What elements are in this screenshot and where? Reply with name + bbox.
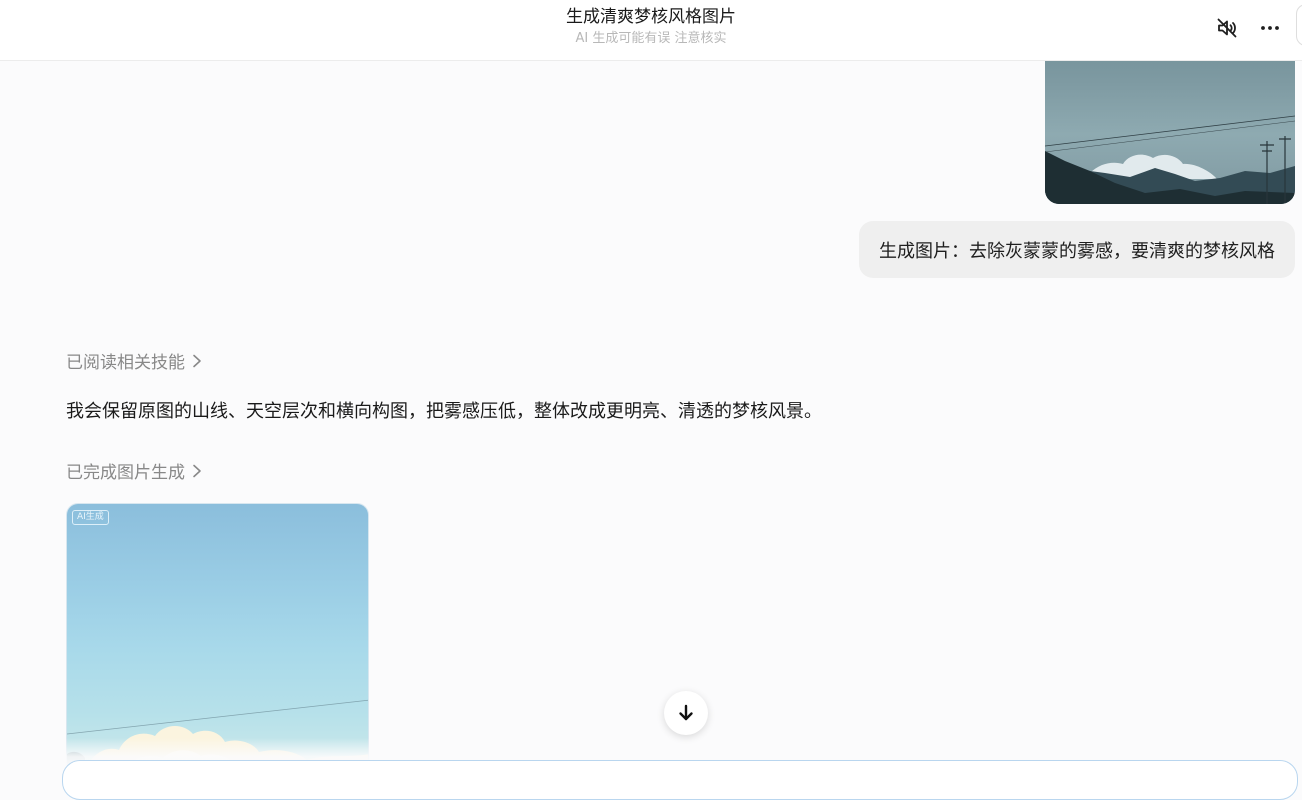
skill-read-toggle[interactable]: 已阅读相关技能 [66, 348, 203, 373]
generated-image[interactable]: AI生成 [66, 503, 369, 769]
more-button[interactable] [1256, 14, 1284, 42]
message-input-box[interactable] [62, 760, 1298, 800]
chevron-right-icon [193, 464, 201, 477]
chat-scroll-area[interactable]: 生成图片：去除灰蒙蒙的雾感，要清爽的梦核风格 已阅读相关技能 我会保留原图的山线… [0, 61, 1302, 769]
mute-button[interactable] [1213, 14, 1241, 42]
header-bar: 生成清爽梦核风格图片 AI 生成可能有误 注意核实 [0, 0, 1302, 61]
user-message-bubble: 生成图片：去除灰蒙蒙的雾感，要清爽的梦核风格 [859, 221, 1295, 278]
skill-read-label: 已阅读相关技能 [66, 353, 185, 373]
scroll-to-bottom-button[interactable] [664, 691, 708, 735]
user-uploaded-image[interactable] [1045, 61, 1295, 204]
speaker-muted-icon [1217, 18, 1237, 38]
chevron-right-icon [193, 354, 201, 367]
ai-generated-badge: AI生成 [72, 510, 109, 525]
assistant-reply-text: 我会保留原图的山线、天空层次和横向构图，把雾感压低，整体改成更明亮、清透的梦核风… [66, 401, 822, 422]
page-title: 生成清爽梦核风格图片 [566, 7, 736, 27]
skill-done-label: 已完成图片生成 [66, 463, 185, 483]
more-horizontal-icon [1261, 26, 1279, 30]
user-message-text: 生成图片：去除灰蒙蒙的雾感，要清爽的梦核风格 [879, 240, 1275, 262]
image-generation-done-toggle[interactable]: 已完成图片生成 [66, 458, 203, 483]
side-panel-handle[interactable] [1296, 4, 1302, 46]
page-subtitle: AI 生成可能有误 注意核实 [575, 31, 727, 46]
arrow-down-icon [679, 704, 693, 721]
